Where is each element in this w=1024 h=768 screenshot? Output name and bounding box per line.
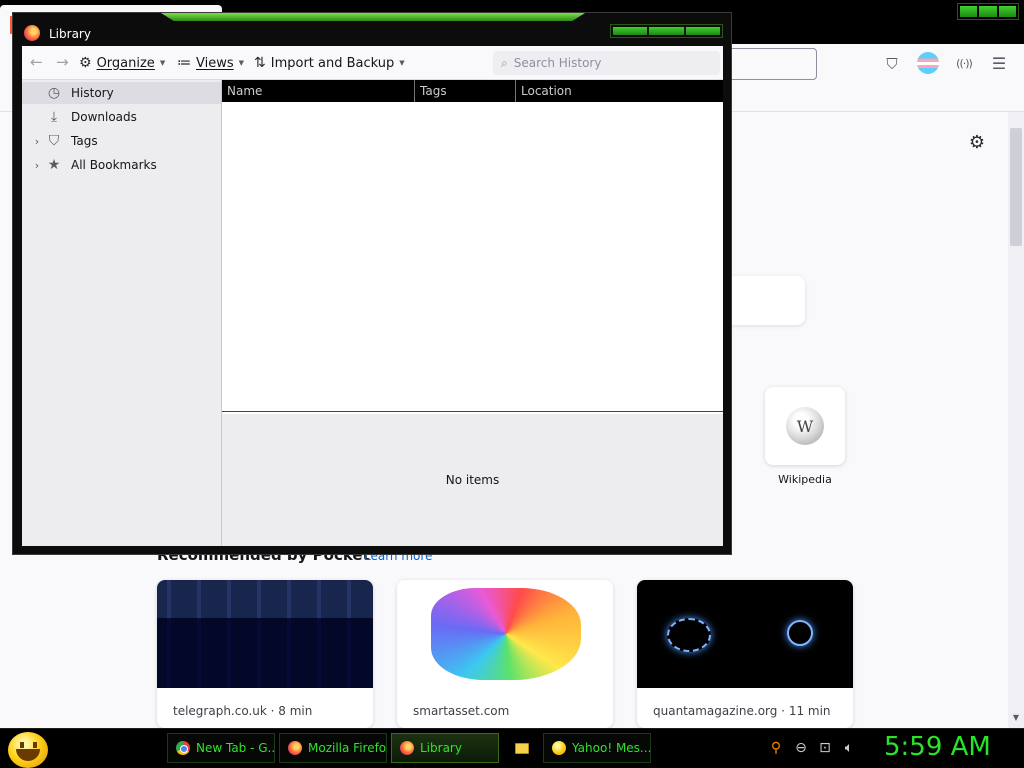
- sidebar-item-label: Tags: [71, 134, 98, 148]
- search-icon[interactable]: ⚲: [767, 739, 785, 757]
- taskbar-item-firefox[interactable]: Mozilla Firefox: [279, 733, 387, 763]
- chevron-down-icon: ▼: [159, 59, 166, 67]
- scrollbar-thumb[interactable]: [1010, 128, 1022, 246]
- column-headers: Name Tags Location: [222, 80, 723, 102]
- empty-state-text: No items: [445, 473, 500, 487]
- top-site-wikipedia[interactable]: W: [765, 387, 845, 465]
- list-icon: ≔: [177, 55, 191, 71]
- pocket-card[interactable]: quantamagazine.org · 11 min: [637, 580, 853, 728]
- taskbar-item-yahoo-messenger[interactable]: Yahoo! Mes...: [543, 733, 651, 763]
- pocket-card[interactable]: telegraph.co.uk · 8 min: [157, 580, 373, 728]
- library-window: Library ← → ⚙ Organize ▼ ≔ Views ▼ ⇅ Imp…: [12, 12, 732, 555]
- library-window-controls[interactable]: [610, 24, 723, 38]
- import-backup-label: Import and Backup: [270, 55, 395, 71]
- close-button[interactable]: [998, 6, 1016, 17]
- maximize-button[interactable]: [979, 6, 997, 17]
- taskbar-clock[interactable]: 5:59 AM: [884, 732, 991, 762]
- top-site-label: Wikipedia: [778, 473, 832, 486]
- library-content: Name Tags Location No items: [222, 80, 723, 546]
- taskbar-item-label: Yahoo! Mes...: [572, 741, 651, 755]
- volume-icon[interactable]: 🔈︎: [840, 739, 858, 757]
- column-header-location[interactable]: Location: [516, 80, 723, 102]
- import-backup-button[interactable]: ⇅ Import and Backup ▼: [254, 54, 405, 72]
- taskbar-item-folder[interactable]: [511, 733, 535, 763]
- window-title: Library: [49, 27, 91, 41]
- taskbar-item-label: New Tab - G...: [196, 741, 275, 755]
- start-button[interactable]: [8, 732, 48, 768]
- browser-window-controls[interactable]: [957, 3, 1019, 20]
- chevron-down-icon: ▼: [399, 59, 405, 67]
- pocket-card-source: quantamagazine.org · 11 min: [653, 704, 831, 718]
- titlebar-accent: [161, 13, 585, 21]
- maximize-button[interactable]: [649, 27, 684, 35]
- folder-icon: [515, 742, 529, 754]
- library-toolbar: ← → ⚙ Organize ▼ ≔ Views ▼ ⇅ Import and …: [22, 46, 723, 80]
- search-box-card[interactable]: [732, 276, 805, 325]
- chevron-down-icon: ▼: [238, 59, 245, 67]
- organize-button[interactable]: ⚙ Organize ▼: [79, 54, 165, 72]
- wikipedia-globe-icon: W: [786, 407, 824, 445]
- sidebar-item-history[interactable]: ◷ History: [22, 82, 221, 104]
- network-icon[interactable]: ⊡: [816, 739, 834, 757]
- us-map-image: [397, 580, 613, 688]
- views-label: Views: [196, 55, 234, 71]
- sidebar-item-label: All Bookmarks: [71, 158, 157, 172]
- minimize-button[interactable]: [613, 27, 648, 35]
- library-sidebar: ◷ History ⤓ Downloads › ⛉ Tags › ★ All B…: [22, 80, 222, 546]
- chevron-right-icon[interactable]: ›: [31, 135, 43, 148]
- pocket-icon[interactable]: ⛉: [881, 53, 903, 75]
- status-circle-icon[interactable]: ⊖: [792, 739, 810, 757]
- gear-icon[interactable]: ⚙: [966, 132, 988, 154]
- history-list[interactable]: [222, 102, 723, 412]
- back-arrow-icon[interactable]: ←: [30, 54, 43, 70]
- organize-label: Organize: [96, 55, 155, 71]
- firefox-icon: [288, 741, 302, 755]
- airplane-cabin-image: [157, 580, 373, 688]
- sidebar-item-tags[interactable]: › ⛉ Tags: [22, 130, 221, 152]
- forward-arrow-icon[interactable]: →: [56, 54, 69, 70]
- search-icon: ⌕: [501, 55, 508, 70]
- space-image: [637, 580, 853, 688]
- star-icon: ★: [47, 157, 61, 173]
- minimize-button[interactable]: [960, 6, 978, 17]
- column-header-name[interactable]: Name: [222, 80, 415, 102]
- menu-icon[interactable]: ☰: [988, 53, 1010, 75]
- tag-icon: ⛉: [48, 133, 60, 149]
- sidebar-item-downloads[interactable]: ⤓ Downloads: [22, 106, 221, 128]
- chrome-icon: [176, 741, 190, 755]
- taskbar-item-chrome[interactable]: New Tab - G...: [167, 733, 275, 763]
- taskbar-item-label: Library: [420, 741, 462, 755]
- firefox-icon: [400, 741, 414, 755]
- column-header-tags[interactable]: Tags: [415, 80, 516, 102]
- extensions-icon[interactable]: ((·)): [953, 53, 975, 75]
- views-button[interactable]: ≔ Views ▼: [177, 54, 244, 72]
- sort-arrows-icon: ⇅: [254, 55, 266, 71]
- sidebar-item-label: Downloads: [71, 110, 137, 124]
- chevron-right-icon[interactable]: ›: [31, 159, 43, 172]
- sidebar-item-all-bookmarks[interactable]: › ★ All Bookmarks: [22, 154, 221, 176]
- download-icon: ⤓: [50, 109, 58, 125]
- pocket-card[interactable]: smartasset.com: [397, 580, 613, 728]
- scroll-down-icon[interactable]: ▼: [1010, 713, 1022, 725]
- pocket-card-source: smartasset.com: [413, 704, 510, 718]
- url-bar[interactable]: [722, 48, 817, 80]
- search-history-input[interactable]: [513, 56, 704, 70]
- yahoo-messenger-icon: [552, 741, 566, 755]
- account-icon[interactable]: [917, 52, 939, 74]
- sidebar-item-label: History: [71, 86, 114, 100]
- firefox-icon: [24, 25, 40, 41]
- taskbar-item-label: Mozilla Firefox: [308, 741, 387, 755]
- taskbar-item-library[interactable]: Library: [391, 733, 499, 763]
- details-pane: No items: [222, 414, 723, 546]
- clock-icon: ◷: [47, 85, 61, 101]
- gear-icon: ⚙: [79, 55, 92, 71]
- pocket-card-source: telegraph.co.uk · 8 min: [173, 704, 313, 718]
- close-button[interactable]: [685, 27, 720, 35]
- search-history-box[interactable]: ⌕: [493, 51, 720, 75]
